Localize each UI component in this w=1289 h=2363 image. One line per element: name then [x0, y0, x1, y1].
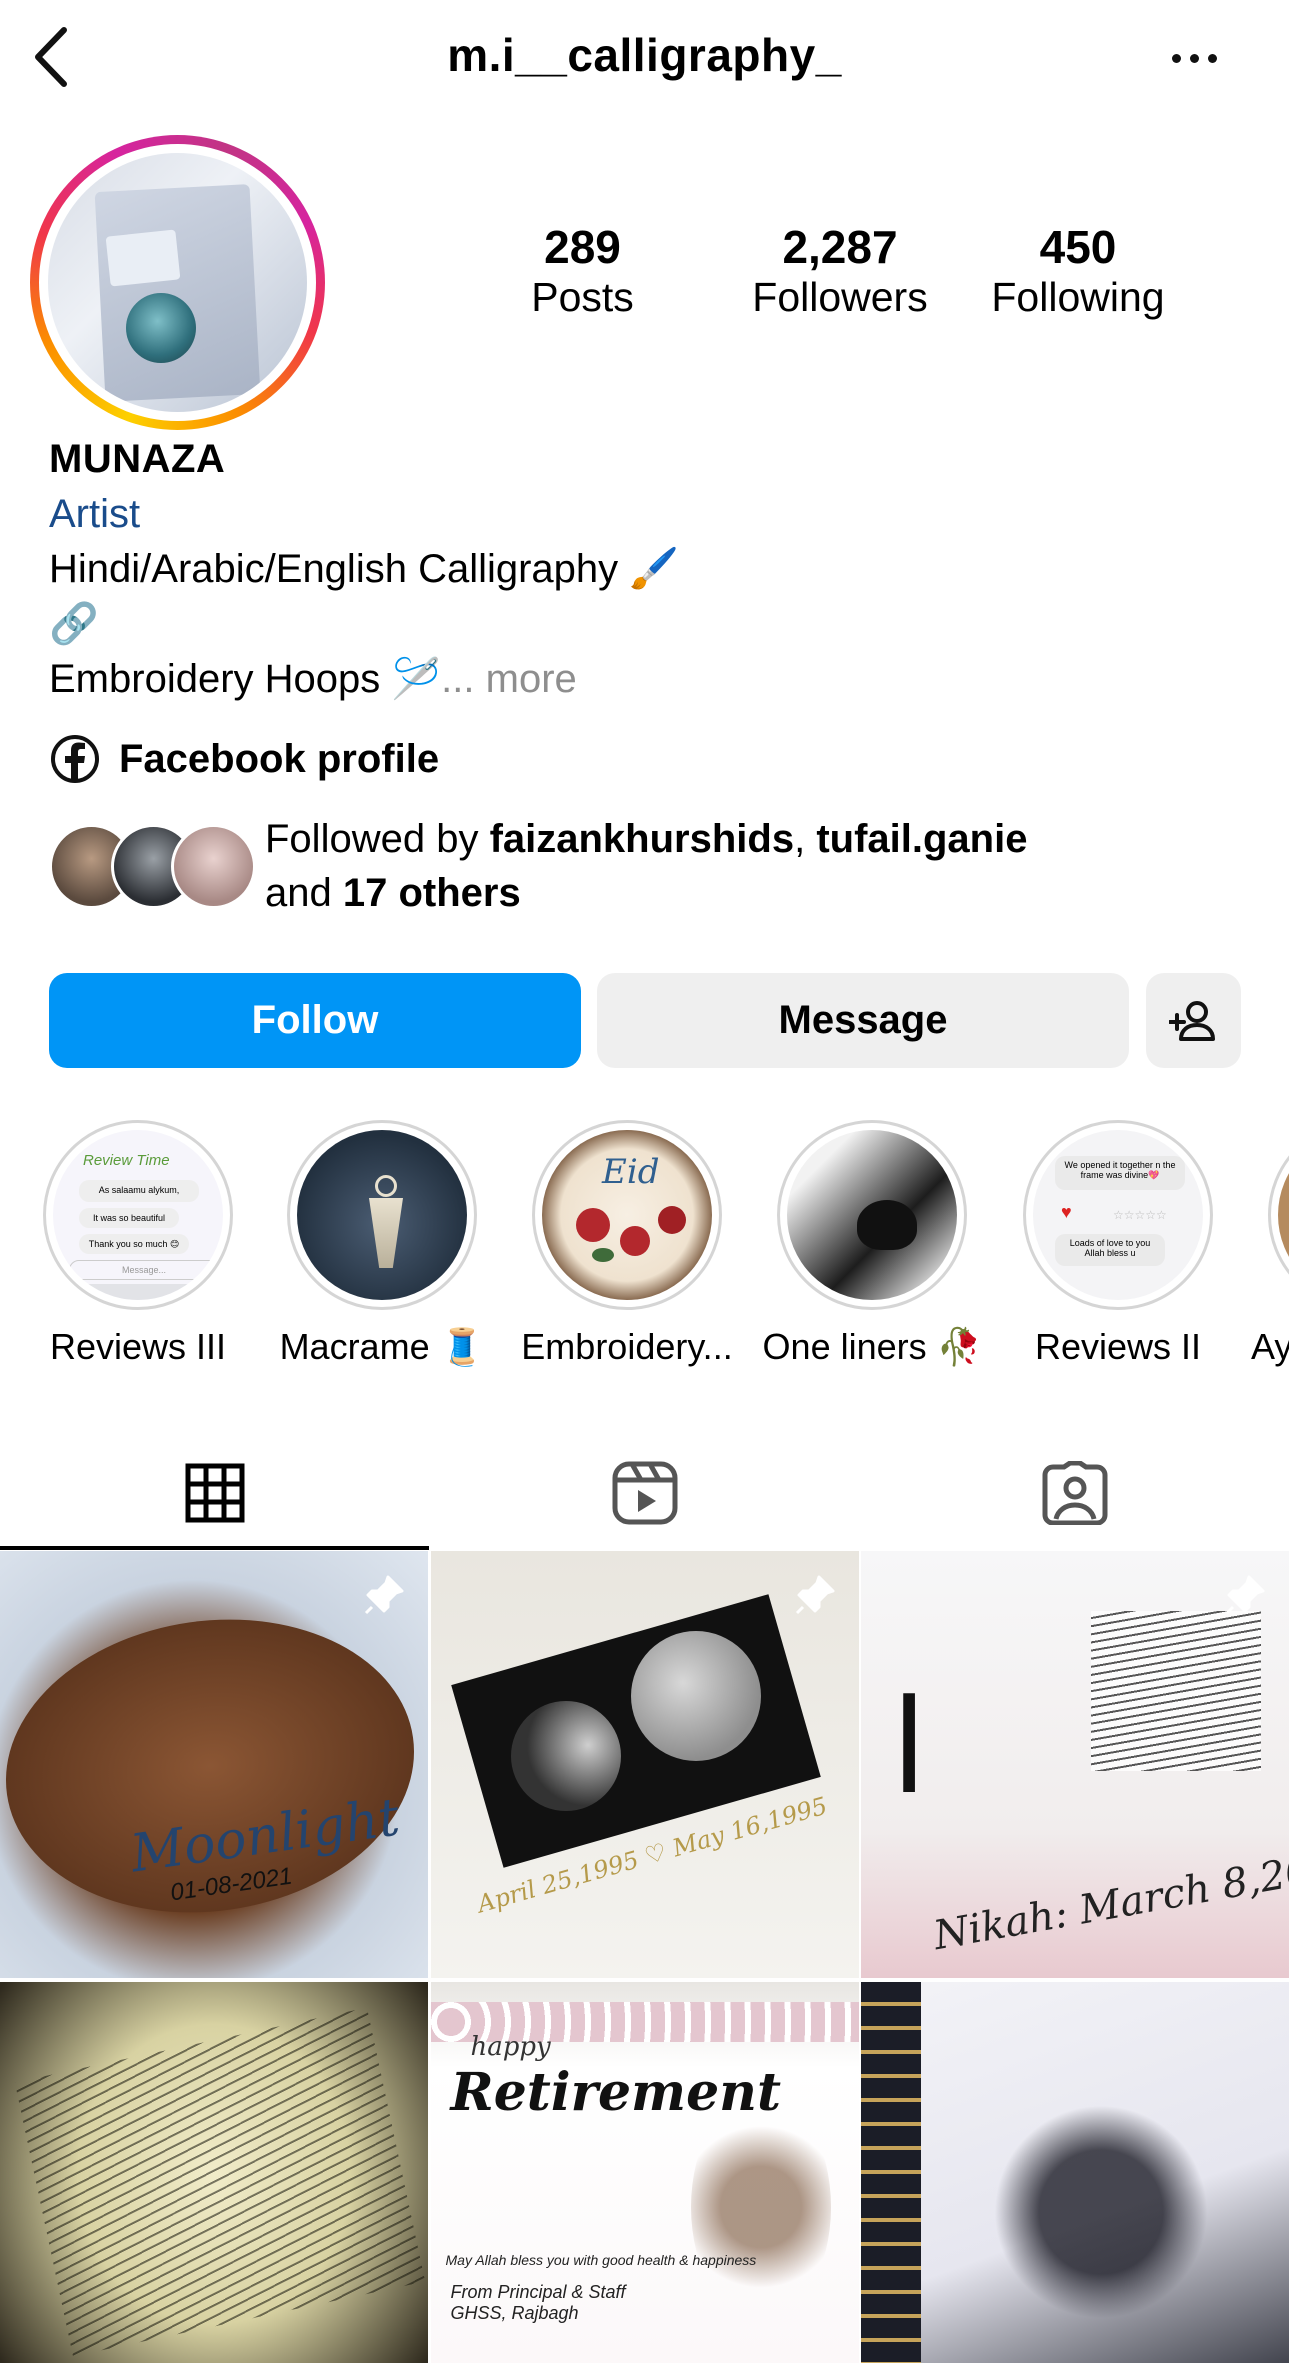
- mutual-user-1: faizankhurshids: [489, 817, 795, 861]
- highlight-macrame[interactable]: Macrame 🧵: [262, 1120, 502, 1368]
- following-label: Following: [991, 273, 1165, 320]
- post-tile[interactable]: [861, 1982, 1289, 2363]
- highlight-cover-text: Thank you so much 😊: [79, 1234, 189, 1254]
- add-user-icon: [1168, 1000, 1215, 1041]
- highlight-label: Macrame 🧵: [279, 1326, 485, 1367]
- follow-button[interactable]: Follow: [49, 973, 581, 1068]
- post-tile[interactable]: ﺍ Nikah: March 8,2023: [861, 1551, 1289, 1978]
- profile-tabs: [0, 1435, 1289, 1550]
- highlight-label: Reviews III: [49, 1326, 227, 1367]
- top-bar: m.i__calligraphy_: [0, 0, 1289, 115]
- highlight-cover-text: Loads of love to you Allah bless u: [1055, 1234, 1165, 1266]
- highlight-cover: [1278, 1130, 1289, 1300]
- mutual-followers-avatars: [49, 812, 256, 912]
- post-text: Nikah: March 8,2023: [930, 1838, 1289, 1960]
- pin-icon: [364, 1575, 404, 1615]
- bio-line-2: 🔗: [49, 602, 99, 646]
- highlight-label: One liners 🥀: [762, 1326, 982, 1367]
- post-tile[interactable]: Moonlight 01-08-2021: [0, 1551, 428, 1978]
- more-options-button[interactable]: [1159, 28, 1229, 88]
- followers-stat[interactable]: 2,287 Followers: [720, 222, 960, 322]
- tab-tagged[interactable]: [860, 1435, 1289, 1550]
- following-count: 450: [1039, 221, 1117, 273]
- highlight-cover-text: Review Time: [83, 1152, 170, 1169]
- highlight-cover-text: We opened it together n the frame was di…: [1055, 1156, 1185, 1190]
- highlight-cover-text: As salaamu alykum,: [79, 1180, 199, 1202]
- post-tile[interactable]: [0, 1982, 428, 2363]
- highlight-cover: [297, 1130, 467, 1300]
- facebook-profile-link[interactable]: Facebook profile: [49, 733, 439, 785]
- followed-by-and: and: [265, 871, 343, 915]
- followers-label: Followers: [752, 273, 928, 320]
- highlight-one-liners[interactable]: One liners 🥀: [752, 1120, 992, 1368]
- followed-by-separator: ,: [794, 817, 817, 861]
- tagged-person-icon: [1042, 1460, 1107, 1525]
- posts-count: 289: [544, 221, 621, 273]
- highlight-cover: We opened it together n the frame was di…: [1033, 1130, 1203, 1300]
- highlight-cover-text: It was so beautiful: [79, 1208, 179, 1228]
- highlight-cover: [787, 1130, 957, 1300]
- highlight-label: Ay: [1251, 1326, 1289, 1367]
- highlight-ay[interactable]: Ay: [1243, 1120, 1289, 1368]
- bio-line-3: Embroidery Hoops 🪡... more: [49, 652, 1249, 707]
- profile-bio: MUNAZA Artist Hindi/Arabic/English Calli…: [49, 432, 1249, 707]
- mutual-user-2: tufail.ganie: [816, 817, 1028, 861]
- highlight-label: Embroidery...: [521, 1326, 733, 1367]
- followers-count: 2,287: [782, 221, 898, 273]
- tab-reels[interactable]: [430, 1435, 859, 1550]
- post-tile[interactable]: happy Retirement May Allah bless you wit…: [430, 1982, 859, 2363]
- profile-avatar-story-ring[interactable]: [30, 135, 325, 430]
- avatar: [171, 824, 256, 909]
- highlight-reviews-iii[interactable]: Review Time As salaamu alykum, It was so…: [18, 1120, 258, 1368]
- facebook-icon: [51, 735, 99, 783]
- mutual-others-count: 17 others: [342, 871, 521, 915]
- highlight-embroidery[interactable]: Eid Embroidery...: [507, 1120, 747, 1368]
- followed-by-text: Followed by faizankhurshids, tufail.gani…: [265, 812, 1027, 920]
- message-button[interactable]: Message: [597, 973, 1129, 1068]
- grid-icon: [185, 1463, 244, 1522]
- post-tile[interactable]: April 25,1995 ♡ May 16,1995: [430, 1551, 859, 1978]
- posts-stat[interactable]: 289 Posts: [500, 222, 665, 322]
- reels-icon: [612, 1461, 677, 1524]
- highlight-cover: Review Time As salaamu alykum, It was so…: [53, 1130, 223, 1300]
- profile-avatar: [48, 153, 307, 412]
- pin-icon: [1225, 1575, 1265, 1615]
- post-text: From Principal & Staff GHSS, Rajbagh: [450, 2282, 626, 2323]
- followed-by-prefix: Followed by: [265, 817, 490, 861]
- tab-posts-grid[interactable]: [0, 1435, 429, 1550]
- post-text: May Allah bless you with good health & h…: [445, 2252, 757, 2268]
- highlight-reviews-ii[interactable]: We opened it together n the frame was di…: [998, 1120, 1238, 1368]
- profile-category: Artist: [49, 492, 141, 536]
- profile-stats: 289 Posts 2,287 Followers 450 Following: [500, 222, 1220, 342]
- bio-line-3-text: Embroidery Hoops 🪡: [49, 657, 442, 701]
- profile-username: m.i__calligraphy_: [447, 29, 842, 81]
- highlight-cover-text: Eid: [602, 1152, 660, 1192]
- highlight-label: Reviews II: [1034, 1326, 1202, 1367]
- post-text: happy: [470, 2032, 551, 2062]
- facebook-profile-label: Facebook profile: [119, 736, 440, 781]
- profile-name: MUNAZA: [49, 437, 226, 481]
- followed-by-row[interactable]: Followed by faizankhurshids, tufail.gani…: [49, 812, 1027, 920]
- story-highlights: Review Time As salaamu alykum, It was so…: [0, 1120, 1289, 1380]
- bio-more-link[interactable]: ... more: [441, 657, 577, 701]
- more-icon: [1171, 53, 1217, 63]
- posts-label: Posts: [531, 273, 634, 320]
- following-stat[interactable]: 450 Following: [968, 222, 1188, 322]
- suggested-accounts-button[interactable]: [1146, 973, 1241, 1068]
- highlight-cover-text: Message...: [69, 1260, 219, 1280]
- bio-line-1: Hindi/Arabic/English Calligraphy 🖌️: [49, 547, 680, 591]
- pin-icon: [795, 1575, 834, 1615]
- highlight-cover: Eid: [542, 1130, 712, 1300]
- posts-grid: Moonlight 01-08-2021 April 25,1995 ♡ May…: [0, 1551, 1289, 2363]
